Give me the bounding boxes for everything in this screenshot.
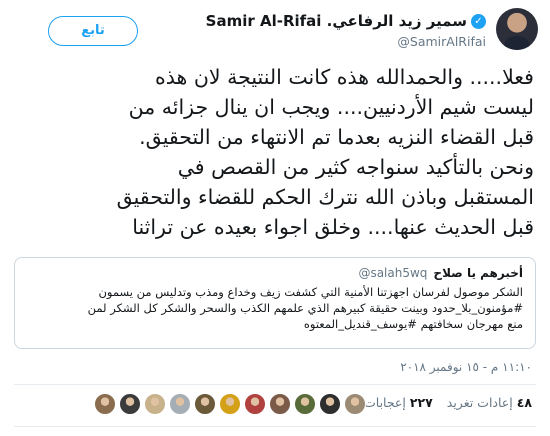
likes-label: إعجابات [364, 395, 406, 410]
likers-avatars [94, 393, 366, 415]
quoted-line: منع مهرجان سخافتهم #يوسف_قنديل_المعتوه [303, 317, 523, 331]
likes-count: ٢٢٧ [409, 395, 433, 410]
tweet-text: فعلا..... والحمدالله هذه كانت النتيجة لا… [16, 62, 534, 242]
liker-avatar[interactable] [119, 393, 141, 415]
likes-stat[interactable]: ٢٢٧ إعجابات [364, 395, 433, 410]
engagement-stats: ٤٨ إعادات تغريد ٢٢٧ إعجابات [364, 395, 532, 410]
display-name[interactable]: Samir Al-Rifai .سمير زيد الرفاعي [206, 12, 467, 30]
tweet-line: المستقبل وباذن الله نترك الحكم للقضاء وا… [116, 185, 534, 209]
quoted-line: #مؤمنون_بلا_حدود وبينت حقيقة كبيرهم الذي… [87, 301, 523, 315]
liker-avatar[interactable] [244, 393, 266, 415]
tweet-line: ليست شيم الأردنيين.... ويجب ان ينال جزائ… [128, 95, 534, 119]
follow-button[interactable]: تابع [48, 16, 138, 46]
author-block[interactable]: Samir Al-Rifai .سمير زيد الرفاعي ✓ @Sami… [206, 12, 486, 49]
liker-avatar[interactable] [294, 393, 316, 415]
liker-avatar[interactable] [219, 393, 241, 415]
divider [14, 426, 536, 427]
liker-avatar[interactable] [169, 393, 191, 415]
tweet-header: Samir Al-Rifai .سمير زيد الرفاعي ✓ @Sami… [10, 6, 540, 52]
tweet-line: قبل القضاء النزيه بعدما تم الانتهاء من ا… [139, 125, 534, 149]
name-row: Samir Al-Rifai .سمير زيد الرفاعي ✓ [206, 12, 486, 30]
retweets-label: إعادات تغريد [446, 395, 513, 410]
retweets-count: ٤٨ [516, 395, 532, 410]
user-handle[interactable]: @SamirAlRifai [206, 34, 486, 49]
quoted-tweet-header: أخبرهم يا صلاح @salah5wq [27, 266, 523, 280]
verified-icon: ✓ [471, 13, 486, 29]
quoted-line: الشكر موصول لفرسان اجهزتنا الأمنية التي … [98, 285, 523, 299]
tweet-line: ونحن بالتأكيد سنواجه كثير من القصص في [177, 155, 534, 179]
liker-avatar[interactable] [144, 393, 166, 415]
liker-avatar[interactable] [319, 393, 341, 415]
quoted-tweet-text: الشكر موصول لفرسان اجهزتنا الأمنية التي … [27, 284, 523, 332]
liker-avatar[interactable] [344, 393, 366, 415]
tweet-line: قبل الحديث عنها.... وخلق اجواء بعيده عن … [132, 215, 534, 239]
liker-avatar[interactable] [269, 393, 291, 415]
tweet-card: Samir Al-Rifai .سمير زيد الرفاعي ✓ @Sami… [0, 0, 550, 436]
quoted-handle: @salah5wq [358, 266, 428, 280]
liker-avatar[interactable] [94, 393, 116, 415]
quoted-display-name: أخبرهم يا صلاح [433, 266, 523, 280]
divider [14, 384, 536, 385]
avatar[interactable] [496, 8, 538, 50]
liker-avatar[interactable] [194, 393, 216, 415]
tweet-timestamp[interactable]: ١١:١٠ م - ١٥ نوفمبر ٢٠١٨ [400, 360, 532, 374]
quoted-tweet[interactable]: أخبرهم يا صلاح @salah5wq الشكر موصول لفر… [14, 257, 536, 349]
retweets-stat[interactable]: ٤٨ إعادات تغريد [447, 395, 532, 410]
tweet-line: فعلا..... والحمدالله هذه كانت النتيجة لا… [155, 65, 534, 89]
